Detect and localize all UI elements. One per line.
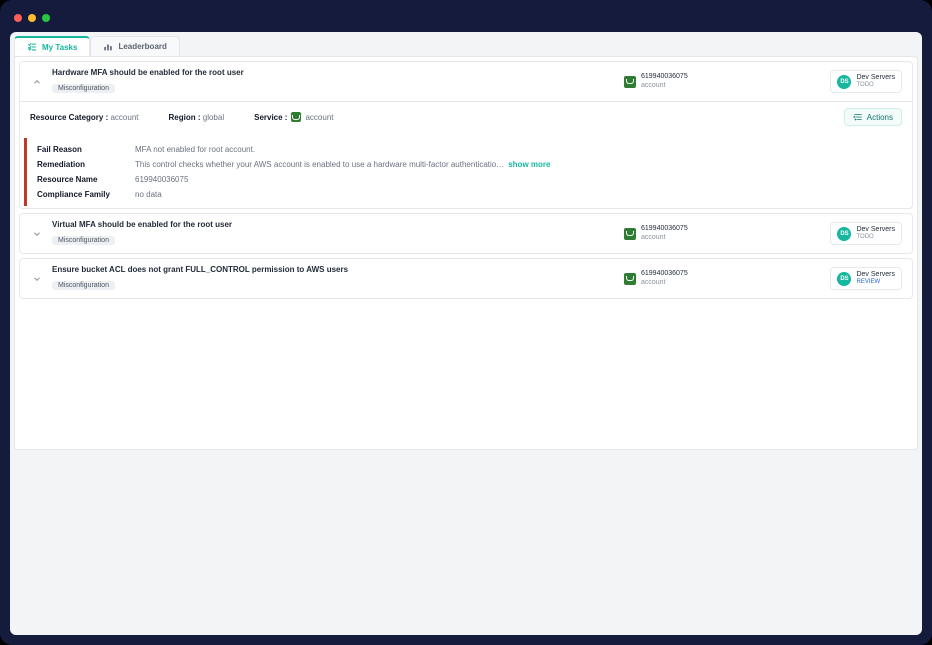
server-avatar: DS [837,272,851,286]
server-avatar: DS [837,227,851,241]
task-list: Hardware MFA should be enabled for the r… [14,56,918,450]
account-type: account [641,279,688,287]
task-card: Virtual MFA should be enabled for the ro… [19,213,913,254]
server-badge[interactable]: DS Dev Servers TODO [830,222,902,244]
task-title: Ensure bucket ACL does not grant FULL_CO… [52,265,616,274]
server-status: TODO [856,234,895,241]
actions-button[interactable]: Actions [844,108,902,126]
region-label: Region : [169,113,201,122]
task-server: DS Dev Servers TODO [812,70,902,92]
server-name: Dev Servers [856,226,895,234]
maximize-window-icon[interactable] [42,14,50,22]
aws-icon [624,273,636,285]
tab-leaderboard-label: Leaderboard [118,42,166,51]
service-value: account [305,113,333,122]
task-detail-bar: Resource Category : account Region : glo… [20,101,912,132]
server-name: Dev Servers [856,74,895,82]
server-badge[interactable]: DS Dev Servers TODO [830,70,902,92]
task-title: Hardware MFA should be enabled for the r… [52,68,616,77]
resource-category-value: account [110,113,138,122]
account-type: account [641,82,688,90]
remediation-value: This control checks whether your AWS acc… [135,160,504,169]
chevron-down-icon[interactable] [30,274,44,284]
page-surface: My Tasks Leaderboard Hard [10,32,922,635]
task-account: 619940036075 account [624,73,804,89]
tab-bar: My Tasks Leaderboard [14,36,918,56]
tab-my-tasks[interactable]: My Tasks [14,36,90,56]
account-id: 619940036075 [641,225,688,233]
account-id: 619940036075 [641,270,688,278]
task-card: Hardware MFA should be enabled for the r… [19,61,913,209]
server-name: Dev Servers [856,271,895,279]
close-window-icon[interactable] [14,14,22,22]
minimize-window-icon[interactable] [28,14,36,22]
task-row[interactable]: Virtual MFA should be enabled for the ro… [20,214,912,253]
aws-icon [291,112,301,122]
service-label: Service : [254,113,287,122]
app-window: My Tasks Leaderboard Hard [0,0,932,645]
task-row[interactable]: Ensure bucket ACL does not grant FULL_CO… [20,259,912,298]
server-badge[interactable]: DS Dev Servers REVIEW [830,267,902,289]
chevron-down-icon[interactable] [30,229,44,239]
actions-button-label: Actions [867,113,893,122]
task-list-icon [27,42,37,52]
fail-reason-value: MFA not enabled for root account. [135,145,900,154]
aws-icon [624,228,636,240]
compliance-family-label: Compliance Family [37,190,117,199]
task-tag: Misconfiguration [52,281,115,290]
tab-leaderboard[interactable]: Leaderboard [90,36,179,56]
account-id: 619940036075 [641,73,688,81]
fail-reason-label: Fail Reason [37,145,117,154]
task-tag: Misconfiguration [52,236,115,245]
tab-my-tasks-label: My Tasks [42,43,77,52]
server-avatar: DS [837,75,851,89]
show-more-link[interactable]: show more [508,160,550,169]
remediation-label: Remediation [37,160,117,169]
task-tag: Misconfiguration [52,84,115,93]
resource-category-label: Resource Category : [30,113,108,122]
window-controls [14,14,50,22]
task-card: Ensure bucket ACL does not grant FULL_CO… [19,258,913,299]
leaderboard-icon [103,42,113,52]
task-title-column: Hardware MFA should be enabled for the r… [52,68,616,95]
actions-icon [853,112,863,122]
resource-name-value: 619940036075 [135,175,900,184]
aws-icon [624,76,636,88]
server-status: REVIEW [856,279,895,286]
account-type: account [641,234,688,242]
chevron-up-icon[interactable] [30,77,44,87]
compliance-family-value: no data [135,190,900,199]
task-title: Virtual MFA should be enabled for the ro… [52,220,616,229]
task-row[interactable]: Hardware MFA should be enabled for the r… [20,62,912,101]
server-status: TODO [856,82,895,89]
resource-name-label: Resource Name [37,175,117,184]
task-reason-block: Fail Reason MFA not enabled for root acco… [24,138,908,206]
region-value: global [203,113,224,122]
